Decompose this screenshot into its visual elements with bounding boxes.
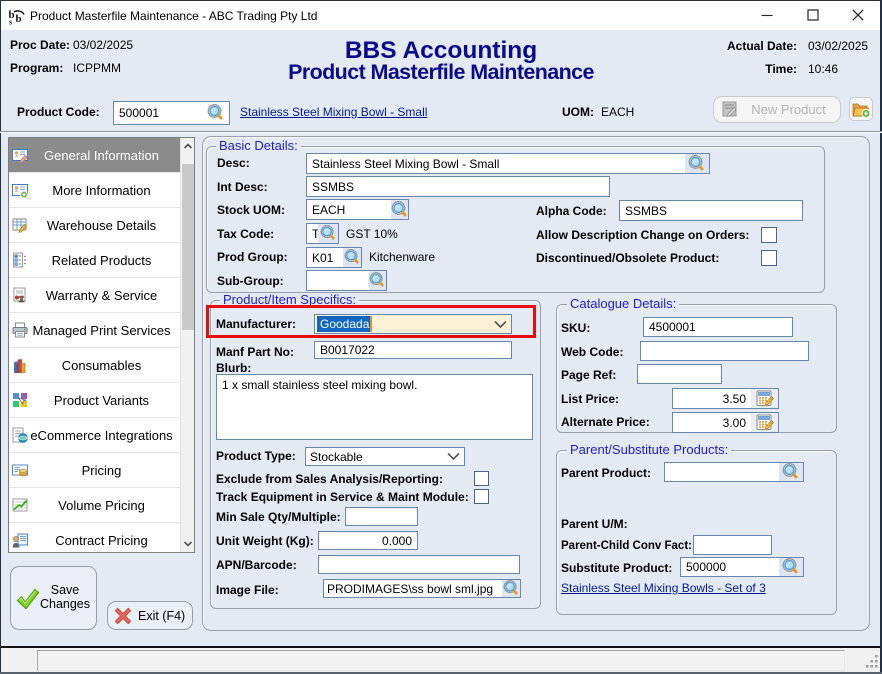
svg-text:b: b	[16, 13, 22, 25]
svg-text:s: s	[9, 18, 12, 26]
